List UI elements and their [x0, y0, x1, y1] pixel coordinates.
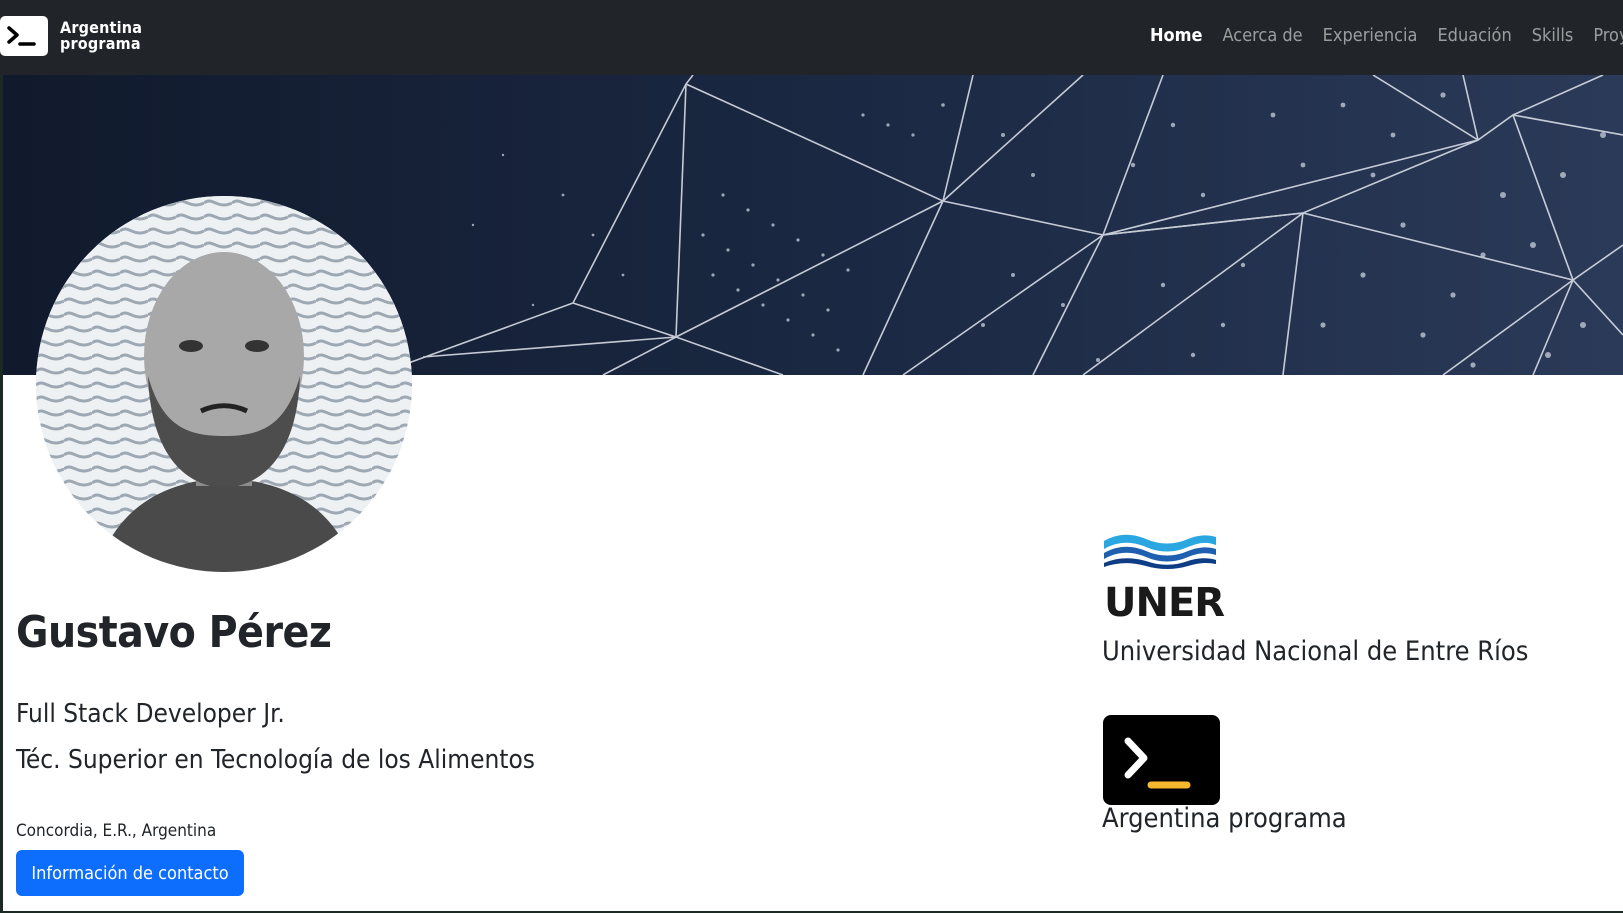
profile-name: Gustavo Pérez	[16, 607, 332, 658]
profile-title-2: Téc. Superior en Tecnología de los Alime…	[16, 745, 535, 775]
profile-card: Gustavo Pérez Full Stack Developer Jr. T…	[3, 75, 1623, 911]
nav-links: Home Acerca de Experiencia Eduación Skil…	[1150, 25, 1623, 46]
navbar: Argentina programa Home Acerca de Experi…	[0, 0, 1623, 75]
nav-item-experiencia[interactable]: Experiencia	[1323, 25, 1418, 46]
profile-title-1: Full Stack Developer Jr.	[16, 699, 285, 729]
nav-item-acerca-de[interactable]: Acerca de	[1223, 25, 1303, 46]
nav-item-skills[interactable]: Skills	[1532, 25, 1574, 46]
uner-logo-text: UNER	[1104, 580, 1225, 626]
brand[interactable]: Argentina programa	[0, 16, 142, 56]
terminal-prompt-icon	[0, 16, 48, 56]
avatar	[36, 196, 412, 572]
profile-location: Concordia, E.R., Argentina	[16, 821, 217, 841]
uner-name: Universidad Nacional de Entre Ríos	[1102, 636, 1529, 667]
argentina-programa-name: Argentina programa	[1102, 803, 1347, 834]
nav-item-home[interactable]: Home	[1150, 25, 1203, 46]
uner-waves-logo	[1102, 533, 1218, 573]
contact-info-button[interactable]: Información de contacto	[16, 850, 244, 896]
nav-item-educacion[interactable]: Eduación	[1437, 25, 1511, 46]
nav-item-proyectos[interactable]: Proy	[1593, 25, 1623, 46]
brand-line-2: programa	[60, 34, 141, 53]
brand-name: Argentina programa	[60, 20, 142, 52]
terminal-prompt-icon	[1103, 715, 1220, 805]
